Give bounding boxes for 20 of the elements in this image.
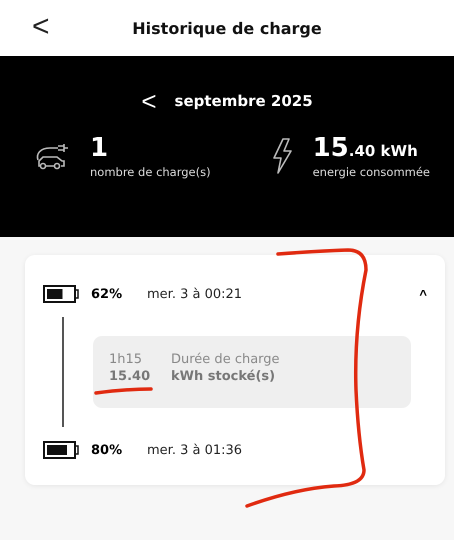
battery-icon [43, 441, 81, 459]
lightning-icon [270, 138, 295, 174]
battery-percent: 80% [91, 442, 124, 458]
previous-month-button[interactable]: < [141, 88, 157, 114]
stat-value: 15.40 kWh [312, 134, 419, 163]
stat-label: nombre de charge(s) [90, 164, 211, 179]
stat-label: energie consommée [312, 164, 430, 179]
detail-label: Durée de charge [171, 352, 280, 367]
detail-value: 1h15 [109, 352, 144, 367]
battery-icon [43, 285, 81, 303]
back-button[interactable]: < [28, 12, 54, 42]
stat-value: 1 [90, 134, 110, 163]
charge-time: mer. 3 à 00:21 [147, 286, 242, 302]
charge-time: mer. 3 à 01:36 [147, 442, 242, 458]
detail-value: 15.40 [109, 369, 152, 384]
collapse-toggle[interactable]: ^ [419, 286, 427, 302]
battery-percent: 62% [91, 286, 124, 302]
detail-label: kWh stocké(s) [171, 369, 276, 384]
month-label: septembre 2025 [174, 92, 313, 110]
page-title: Historique de charge [132, 18, 322, 38]
